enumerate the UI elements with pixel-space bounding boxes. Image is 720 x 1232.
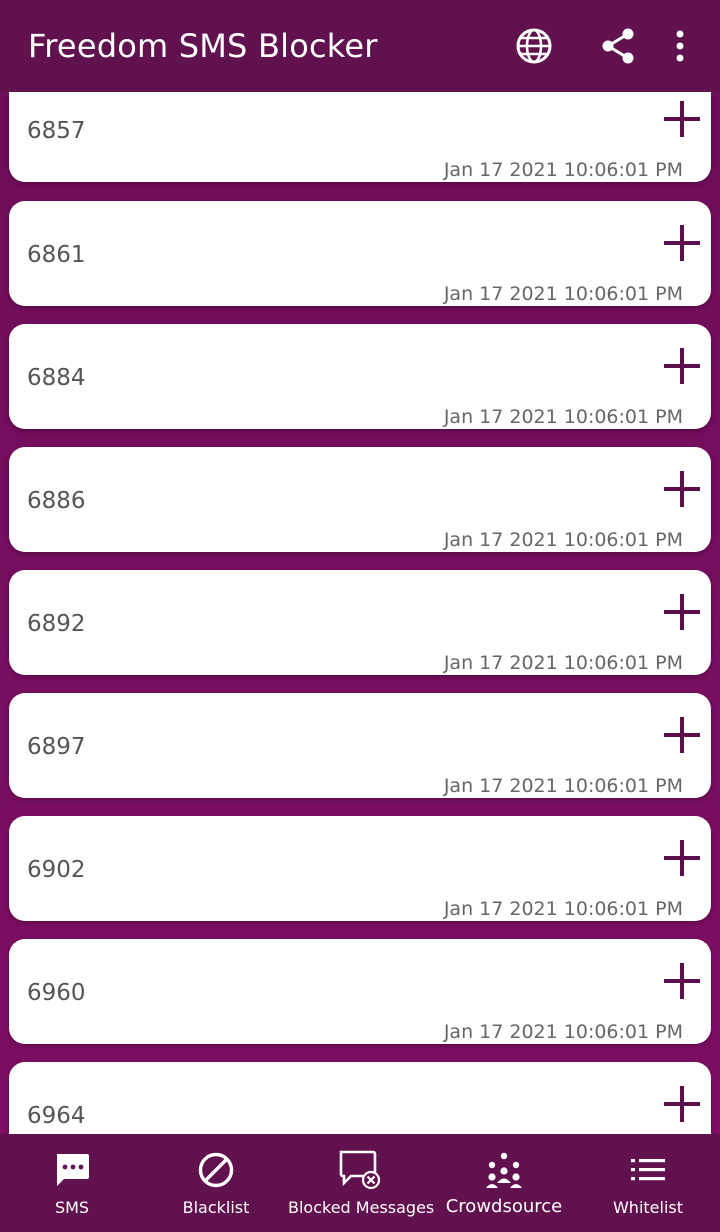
list-item[interactable]: 6884 Jan 17 2021 10:06:01 PM [9, 324, 711, 429]
nav-item-crowdsource[interactable]: Crowdsource [432, 1134, 576, 1232]
sender-number: 6886 [27, 488, 86, 514]
message-time: Jan 17 2021 10:06:01 PM [443, 529, 683, 551]
app-bar: Freedom SMS Blocker [0, 0, 720, 92]
add-to-blacklist-icon[interactable] [664, 348, 700, 384]
list-item[interactable]: 6902 Jan 17 2021 10:06:01 PM [9, 816, 711, 921]
sender-number: 6960 [27, 980, 86, 1006]
add-to-blacklist-icon[interactable] [664, 840, 700, 876]
blocked-message-icon [339, 1150, 381, 1190]
nav-label: SMS [54, 1198, 90, 1217]
sender-number: 6892 [27, 611, 86, 637]
nav-item-sms[interactable]: SMS [0, 1134, 144, 1232]
crowdsource-icon [486, 1152, 522, 1188]
more-vert-icon [676, 30, 684, 62]
sender-number: 6964 [27, 1103, 86, 1129]
message-time: Jan 17 2021 10:06:01 PM [443, 775, 683, 797]
message-time: Jan 17 2021 10:06:01 PM [443, 1021, 683, 1043]
sender-number: 6884 [27, 365, 86, 391]
nav-label: Blocked Messages [288, 1198, 435, 1217]
message-time: Jan 17 2021 10:06:01 PM [443, 283, 683, 305]
list-icon [631, 1159, 665, 1181]
bottom-navigation: SMS Blacklist Blocked Messages Crowdsour… [0, 1134, 720, 1232]
sender-number: 6897 [27, 734, 86, 760]
list-item[interactable]: 6892 Jan 17 2021 10:06:01 PM [9, 570, 711, 675]
sender-number: 6857 [27, 118, 86, 144]
sender-number: 6861 [27, 242, 86, 268]
nav-label: Blacklist [182, 1198, 250, 1217]
app-bar-actions [492, 0, 720, 92]
list-item[interactable]: 6960 Jan 17 2021 10:06:01 PM [9, 939, 711, 1044]
list-item[interactable]: 6861 Jan 17 2021 10:06:01 PM [9, 201, 711, 306]
list-item[interactable]: 6886 Jan 17 2021 10:06:01 PM [9, 447, 711, 552]
list-item[interactable]: 6897 Jan 17 2021 10:06:01 PM [9, 693, 711, 798]
message-time: Jan 17 2021 10:06:01 PM [443, 898, 683, 920]
number-list[interactable]: 6857 Jan 17 2021 10:06:01 PM 6861 Jan 17… [0, 92, 720, 1134]
share-button[interactable] [576, 0, 660, 92]
add-to-blacklist-icon[interactable] [664, 717, 700, 753]
message-time: Jan 17 2021 10:06:01 PM [443, 652, 683, 674]
sender-number: 6902 [27, 857, 86, 883]
add-to-blacklist-icon[interactable] [664, 963, 700, 999]
sms-icon [57, 1154, 89, 1186]
more-options-button[interactable] [660, 0, 700, 92]
add-to-blacklist-icon[interactable] [664, 471, 700, 507]
nav-label: Crowdsource [445, 1196, 563, 1217]
share-icon [602, 28, 634, 64]
app-title: Freedom SMS Blocker [28, 27, 378, 65]
list-item[interactable]: 6964 [9, 1062, 711, 1134]
list-item[interactable]: 6857 Jan 17 2021 10:06:01 PM [9, 92, 711, 182]
nav-item-blacklist[interactable]: Blacklist [144, 1134, 288, 1232]
nav-item-whitelist[interactable]: Whitelist [576, 1134, 720, 1232]
add-to-blacklist-icon[interactable] [664, 101, 700, 137]
language-button[interactable] [492, 0, 576, 92]
globe-icon [516, 28, 552, 64]
nav-item-blocked-messages[interactable]: Blocked Messages [288, 1134, 435, 1232]
nav-label: Whitelist [612, 1198, 684, 1217]
add-to-blacklist-icon[interactable] [664, 1086, 700, 1122]
block-icon [198, 1152, 234, 1188]
message-time: Jan 17 2021 10:06:01 PM [443, 159, 683, 181]
add-to-blacklist-icon[interactable] [664, 594, 700, 630]
add-to-blacklist-icon[interactable] [664, 225, 700, 261]
message-time: Jan 17 2021 10:06:01 PM [443, 406, 683, 428]
